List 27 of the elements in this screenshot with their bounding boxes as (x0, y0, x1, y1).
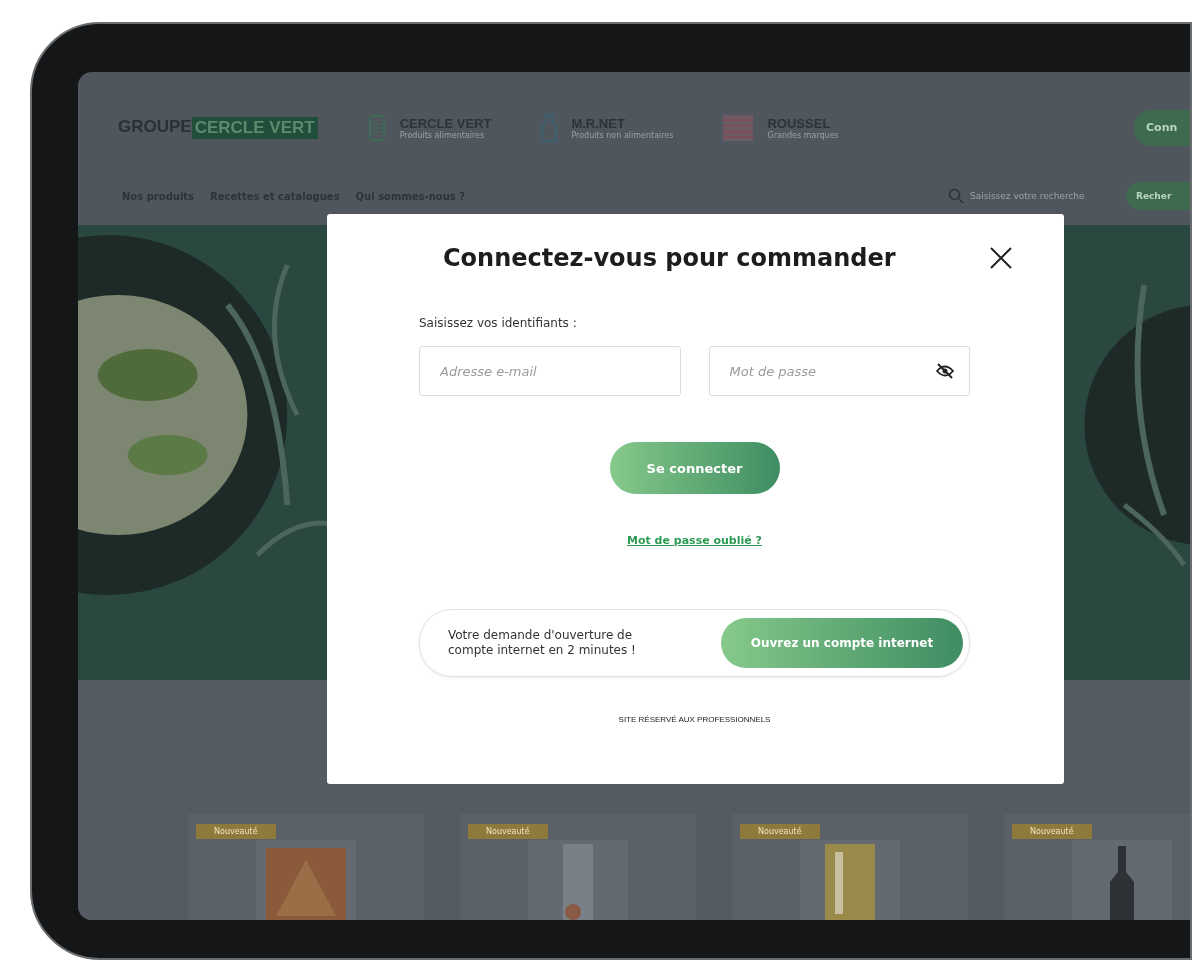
brand-subtitle: Produits non alimentaires (571, 130, 674, 140)
eye-off-icon[interactable] (936, 363, 954, 379)
product-card[interactable]: Nouveauté (732, 814, 968, 920)
password-field[interactable]: Mot de passe (708, 346, 970, 396)
signup-text: Votre demande d'ouverture de compte internet en 2 minutes ! (448, 628, 637, 658)
search-field[interactable]: Saisissez votre recherche (970, 191, 1120, 201)
brand-subtitle: Grandes marques (767, 130, 839, 140)
product-card[interactable]: Nouveauté (1004, 814, 1190, 920)
modal-title: Connectez-vous pour commander (443, 244, 896, 272)
forgot-password-link[interactable]: Mot de passe oublié ? (627, 534, 762, 547)
email-field[interactable]: Adresse e-mail (419, 346, 681, 396)
credentials-prompt: Saisissez vos identifiants : (419, 316, 578, 330)
search-icon (948, 188, 964, 204)
close-button[interactable] (988, 245, 1014, 271)
login-button[interactable]: Se connecter (609, 442, 780, 494)
brand-subtitle: Produits alimentaires (399, 130, 486, 140)
connect-button[interactable]: Conn (1134, 109, 1190, 146)
signup-button[interactable]: Ouvrez un compte internet (721, 618, 963, 668)
product-card[interactable]: Nouveauté (460, 814, 696, 920)
new-badge: Nouveauté (468, 824, 548, 839)
professionals-notice: SITE RÉSERVÉ AUX PROFESSIONNELS (618, 715, 771, 724)
search-button[interactable]: Recher (1126, 182, 1190, 210)
new-badge: Nouveauté (1012, 824, 1092, 839)
product-card[interactable]: Nouveauté (188, 814, 424, 920)
flag-icon (723, 114, 754, 141)
new-badge: Nouveauté (740, 824, 820, 839)
new-badge: Nouveauté (196, 824, 276, 839)
